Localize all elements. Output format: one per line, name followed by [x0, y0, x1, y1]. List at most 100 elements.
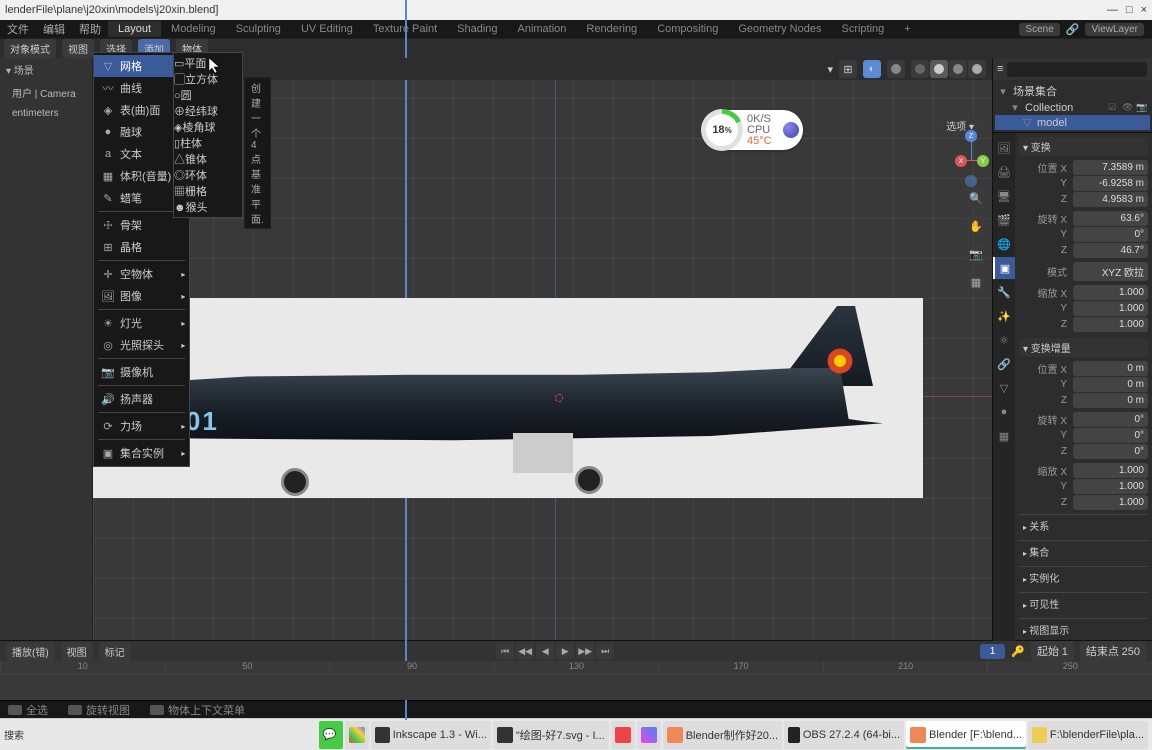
delta-panel-header[interactable]: ▾ 变换增量 — [1019, 338, 1148, 357]
render-icon[interactable]: 📷 — [1136, 102, 1148, 114]
addmenu-force[interactable]: ⟳力场 — [94, 415, 189, 437]
zoom-icon[interactable]: 🔍 — [966, 188, 986, 208]
window-min[interactable]: — — [1107, 4, 1118, 16]
exclude-icon[interactable]: ☑ — [1108, 102, 1120, 114]
task-blender2[interactable]: Blender制作好20... — [663, 721, 782, 749]
eye-icon[interactable]: 👁 — [1122, 102, 1134, 114]
end-frame-field[interactable]: 结束点 250 — [1080, 641, 1146, 661]
gizmo-x-icon[interactable]: X — [955, 155, 967, 167]
submenu-cone[interactable]: △锥体 — [174, 151, 242, 167]
proptab-viewlayer[interactable]: 🖥 — [993, 185, 1015, 207]
proptab-modifier[interactable]: 🔧 — [993, 281, 1015, 303]
addmenu-lattice[interactable]: ⊞晶格 — [94, 236, 189, 258]
ws-rendering[interactable]: Rendering — [576, 21, 647, 37]
ws-uv[interactable]: UV Editing — [291, 21, 363, 37]
next-key-icon[interactable]: ▶▶ — [576, 643, 594, 659]
timeline-view[interactable]: 视图 — [61, 642, 93, 661]
rot-z-field[interactable]: 46.7° — [1073, 243, 1148, 258]
scene-selector[interactable]: Scene — [1019, 23, 1059, 36]
xray-icon[interactable]: ◐ — [863, 60, 881, 78]
addmenu-speaker[interactable]: 🔊扬声器 — [94, 388, 189, 410]
panel-instancing[interactable]: 实例化 — [1019, 566, 1148, 588]
ws-shading[interactable]: Shading — [447, 21, 507, 37]
reference-image[interactable]: 2001 — [93, 298, 923, 498]
submenu-cylinder[interactable]: ▯柱体 — [174, 135, 242, 151]
window-max[interactable]: □ — [1126, 4, 1133, 16]
window-close[interactable]: × — [1141, 4, 1147, 16]
addmenu-empty[interactable]: ✛空物体 — [94, 263, 189, 285]
jump-start-icon[interactable]: ⏮ — [496, 643, 514, 659]
addmenu-camera[interactable]: 📷摄像机 — [94, 361, 189, 383]
start-search[interactable]: 搜索 — [4, 727, 44, 742]
submenu-torus[interactable]: ◎环体 — [174, 167, 242, 183]
start-frame-field[interactable]: 起始 1 — [1031, 641, 1074, 661]
gizmo-y-icon[interactable]: Y — [977, 155, 989, 167]
proptab-scene[interactable]: 🎬 — [993, 209, 1015, 231]
menu-help[interactable]: 帮助 — [72, 21, 108, 37]
mesh-submenu[interactable]: ▭平面 ▢立方体 ○圆 ⊕经纬球 ◈棱角球 ▯柱体 △锥体 ◎环体 ▦栅格 ☻猴… — [173, 52, 243, 218]
ws-geonodes[interactable]: Geometry Nodes — [728, 21, 831, 37]
panel-visibility[interactable]: 可见性 — [1019, 592, 1148, 614]
task-blender[interactable]: Blender [F:\blend... — [906, 721, 1026, 749]
proptab-particles[interactable]: ✨ — [993, 305, 1015, 327]
cpu-ball-icon[interactable] — [783, 122, 799, 138]
mode-dropdown[interactable]: 对象模式 — [4, 39, 56, 58]
timeline-marker[interactable]: 标记 — [99, 642, 131, 661]
menu-file[interactable]: 文件 — [0, 21, 36, 37]
addmenu-image[interactable]: 🖼图像 — [94, 285, 189, 307]
drot-z-field[interactable]: 0° — [1073, 444, 1148, 459]
submenu-plane[interactable]: ▭平面 — [174, 55, 242, 71]
render-shade-icon[interactable] — [968, 60, 986, 78]
dloc-x-field[interactable]: 0 m — [1073, 361, 1148, 376]
gizmo-negz-icon[interactable] — [965, 175, 977, 187]
ws-add[interactable]: + — [894, 21, 920, 37]
ws-sculpting[interactable]: Sculpting — [226, 21, 291, 37]
timeline-ruler[interactable]: 105090130170210250 — [0, 661, 1152, 675]
ws-modeling[interactable]: Modeling — [161, 21, 226, 37]
prev-key-icon[interactable]: ◀◀ — [516, 643, 534, 659]
scale-x-field[interactable]: 1.000 — [1073, 285, 1148, 300]
addmenu-probe[interactable]: ◎光照探头 — [94, 334, 189, 356]
viewlayer-selector[interactable]: ViewLayer — [1085, 23, 1144, 36]
scene-link-icon[interactable]: 🔗 — [1066, 23, 1080, 36]
task-svg[interactable]: "绘图-好7.svg - I... — [493, 721, 609, 749]
drot-x-field[interactable]: 0° — [1073, 412, 1148, 427]
outliner-collection[interactable]: ▾ Collection ☑👁📷 — [995, 100, 1150, 115]
hdr-view[interactable]: 视图 — [62, 39, 94, 58]
proptab-material[interactable]: ● — [993, 401, 1015, 423]
matprev-shade-icon[interactable] — [949, 60, 967, 78]
task-inkscape[interactable]: Inkscape 1.3 - Wi... — [371, 721, 491, 749]
proptab-render[interactable]: 🖼 — [993, 137, 1015, 159]
scale-z-field[interactable]: 1.000 — [1073, 317, 1148, 332]
loc-z-field[interactable]: 4.9583 m — [1073, 192, 1148, 207]
play-icon[interactable]: ▶ — [556, 643, 574, 659]
proptab-world[interactable]: 🌐 — [993, 233, 1015, 255]
task-obs[interactable]: OBS 27.2.4 (64-bi... — [784, 721, 904, 749]
task-chrome[interactable] — [345, 721, 369, 749]
submenu-icosphere[interactable]: ◈棱角球 — [174, 119, 242, 135]
task-potplayer[interactable] — [637, 721, 661, 749]
scene-node[interactable]: 场景 — [0, 58, 92, 81]
current-frame-field[interactable]: 1 — [980, 644, 1006, 659]
ws-compositing[interactable]: Compositing — [647, 21, 728, 37]
task-folder[interactable]: F:\blenderFile\pla... — [1028, 721, 1148, 749]
scale-y-field[interactable]: 1.000 — [1073, 301, 1148, 316]
loc-x-field[interactable]: 7.3589 m — [1073, 160, 1148, 175]
overlay-icon[interactable]: ⊞ — [839, 60, 857, 78]
submenu-grid[interactable]: ▦栅格 — [174, 183, 242, 199]
solid-shade-icon[interactable] — [930, 60, 948, 78]
panel-viewport-display[interactable]: 视图显示 — [1019, 618, 1148, 640]
tray-wechat-icon[interactable]: 💬 — [319, 721, 343, 749]
camera-node[interactable]: 用户 | Camera — [0, 81, 92, 104]
menu-edit[interactable]: 编辑 — [36, 21, 72, 37]
proptab-texture[interactable]: ▦ — [993, 425, 1015, 447]
addmenu-collection[interactable]: ▣集合实例 — [94, 442, 189, 464]
timeline-playback[interactable]: 播放(错) — [6, 642, 55, 661]
ws-scripting[interactable]: Scripting — [831, 21, 894, 37]
proptab-data[interactable]: ▽ — [993, 377, 1015, 399]
jump-end-icon[interactable]: ⏭ — [596, 643, 614, 659]
panel-relations[interactable]: 关系 — [1019, 514, 1148, 536]
rot-x-field[interactable]: 63.6° — [1073, 211, 1148, 226]
outliner-search[interactable] — [1007, 62, 1147, 77]
ws-animation[interactable]: Animation — [508, 21, 577, 37]
